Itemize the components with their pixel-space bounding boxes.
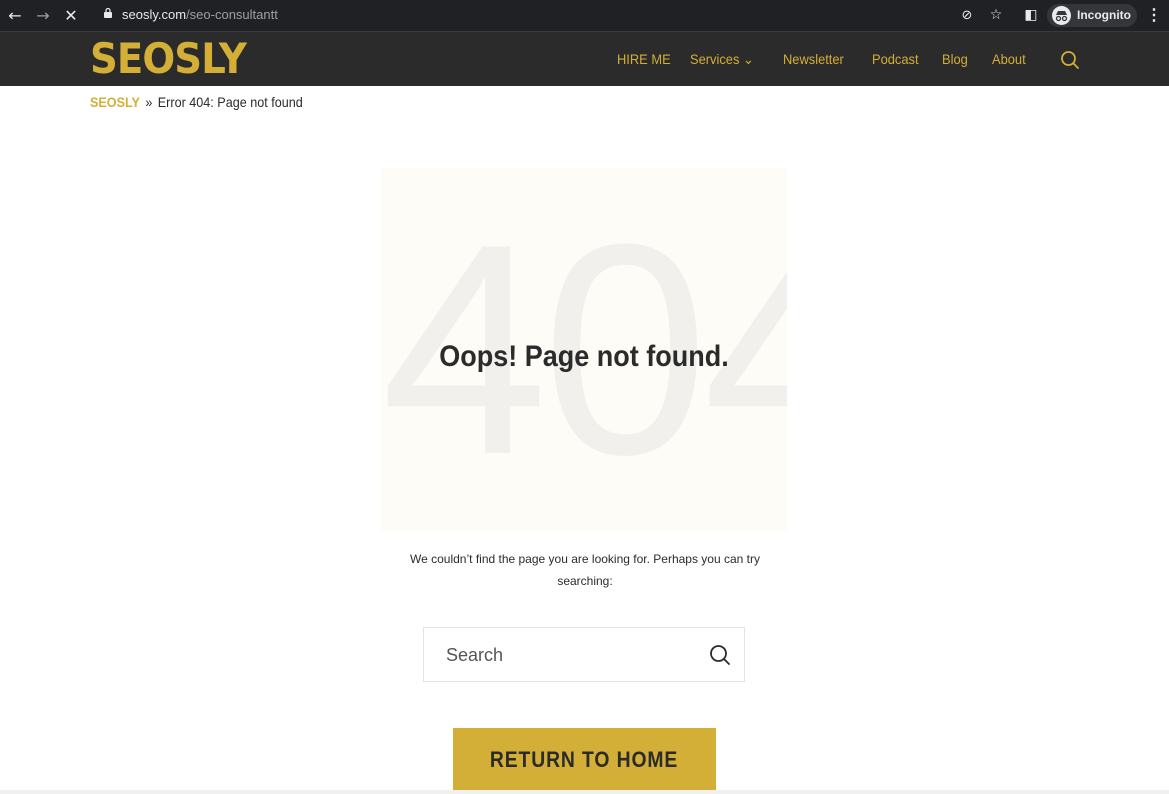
- back-arrow-icon[interactable]: ←: [4, 0, 26, 31]
- side-panel-icon[interactable]: ◧: [1020, 0, 1042, 31]
- incognito-label: Incognito: [1077, 8, 1131, 22]
- error-hero: 404 Oops! Page not found.: [381, 168, 787, 531]
- forward-arrow-icon[interactable]: →: [32, 0, 54, 31]
- search-form: [423, 627, 745, 683]
- url-path: /seo-consultantt: [186, 7, 278, 22]
- breadcrumb-home-link[interactable]: SEOSLY: [90, 94, 140, 110]
- search-input[interactable]: [444, 628, 698, 683]
- nav-hire-me[interactable]: HIRE ME: [617, 32, 671, 87]
- incognito-icon: [1052, 6, 1071, 25]
- error-message: We couldn’t find the page you are lookin…: [410, 552, 760, 588]
- nav-services[interactable]: Services ⌄: [690, 32, 754, 87]
- browser-menu-icon[interactable]: ⋮: [1146, 0, 1162, 31]
- header-search-icon[interactable]: [1060, 50, 1080, 70]
- breadcrumb-current: Error 404: Page not found: [157, 94, 303, 110]
- breadcrumb-separator: »: [145, 94, 153, 110]
- return-home-label: RETURN TO HOME: [490, 747, 679, 772]
- nav-blog[interactable]: Blog: [942, 32, 968, 87]
- breadcrumb: SEOSLY » Error 404: Page not found: [90, 92, 303, 112]
- url-domain: seosly.com: [122, 7, 187, 22]
- site-logo[interactable]: SEOSLY: [90, 34, 247, 84]
- lock-icon: [104, 8, 112, 18]
- nav-podcast[interactable]: Podcast: [872, 32, 919, 87]
- tracking-blocked-icon[interactable]: ⊘: [956, 0, 978, 31]
- page-bottom-divider: [0, 790, 1169, 794]
- return-home-button[interactable]: RETURN TO HOME: [453, 728, 716, 791]
- page-title: Oops! Page not found.: [439, 340, 729, 373]
- nav-newsletter[interactable]: Newsletter: [783, 32, 844, 87]
- browser-toolbar: ← → ✕ seosly.com/seo-consultantt ⊘ ☆ ◧ I…: [0, 0, 1169, 31]
- stop-loading-icon[interactable]: ✕: [60, 0, 82, 31]
- search-submit-icon[interactable]: [709, 644, 731, 666]
- site-header: SEOSLY HIRE ME Services ⌄ Newsletter Pod…: [0, 31, 1169, 86]
- bookmark-star-icon[interactable]: ☆: [985, 0, 1007, 31]
- url-text[interactable]: seosly.com/seo-consultantt: [122, 0, 278, 31]
- nav-about[interactable]: About: [992, 32, 1026, 87]
